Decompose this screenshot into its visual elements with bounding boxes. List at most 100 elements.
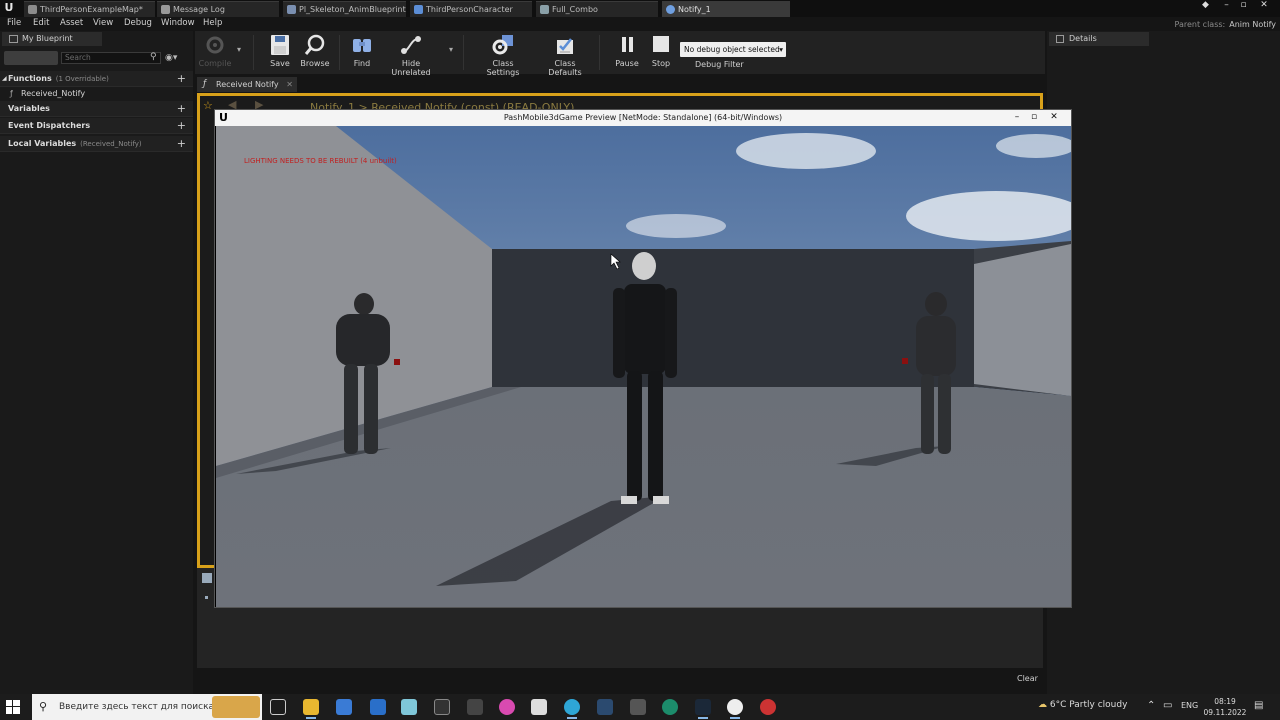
tab-notify-1[interactable]: Notify_1 — [662, 1, 790, 17]
app-icon[interactable] — [597, 699, 613, 715]
section-event-dispatchers[interactable]: Event Dispatchers + — [0, 118, 193, 134]
minimize-icon[interactable]: – — [1010, 110, 1024, 124]
steam-icon[interactable] — [695, 699, 711, 719]
app-icon[interactable] — [499, 699, 515, 715]
add-new-button[interactable] — [4, 51, 58, 65]
anim-montage-icon — [540, 5, 549, 14]
app-icon[interactable] — [662, 699, 678, 715]
menu-asset[interactable]: Asset — [60, 18, 83, 28]
favorite-star-icon[interactable]: ☆ — [203, 99, 213, 112]
notification-icon[interactable]: ▤ — [1254, 700, 1263, 711]
variables-label: Variables — [8, 104, 50, 113]
pause-button[interactable]: Pause — [612, 34, 642, 68]
game-preview-window[interactable]: U PashMobile3dGame Preview [NetMode: Sta… — [214, 109, 1072, 608]
toolbar-divider — [339, 35, 340, 70]
close-icon[interactable]: ✕ — [286, 77, 293, 92]
clear-button[interactable]: Clear — [1017, 674, 1038, 683]
tab-thirdpersonexamplemap[interactable]: ThirdPersonExampleMap* — [24, 1, 155, 17]
add-local-variable-icon[interactable]: + — [177, 137, 186, 150]
section-functions[interactable]: ◢ Functions (1 Overridable) + — [0, 71, 193, 87]
app-icon[interactable] — [630, 699, 646, 715]
add-function-icon[interactable]: + — [177, 72, 186, 85]
unreal-logo-icon[interactable]: U — [2, 1, 16, 15]
maximize-icon[interactable]: ▫ — [1236, 0, 1251, 12]
stop-label: Stop — [651, 59, 671, 68]
tab-message-log[interactable]: Message Log — [157, 1, 279, 17]
tab-my-blueprint[interactable]: My Blueprint — [2, 32, 102, 46]
unreal-engine-icon[interactable] — [727, 699, 743, 719]
game-viewport[interactable]: LIGHTING NEEDS TO BE REBUILT (4 unbuilt) — [216, 126, 1071, 607]
feedback-icon[interactable]: ◆ — [1198, 0, 1213, 12]
task-view-icon[interactable] — [270, 699, 286, 715]
menu-window[interactable]: Window — [161, 18, 195, 28]
section-variables[interactable]: Variables + — [0, 101, 193, 117]
hide-unrelated-button[interactable]: Hide Unrelated — [383, 34, 439, 77]
edge-browser-icon[interactable] — [564, 699, 580, 719]
function-item-received-notify[interactable]: ƒ Received_Notify — [10, 89, 85, 98]
taskbar-search-input[interactable]: ⚲ Введите здесь текст для поиска — [32, 694, 262, 720]
file-explorer-icon[interactable] — [303, 699, 319, 719]
compiler-results-icon[interactable] — [202, 573, 212, 583]
compile-options-chevron-down-icon[interactable]: ▾ — [234, 45, 244, 54]
tab-pl-skeleton-animblueprint[interactable]: Pl_Skeleton_AnimBlueprint — [283, 1, 406, 17]
clock[interactable]: 08:19 09.11.2022 — [1203, 696, 1247, 718]
hide-unrelated-icon — [401, 36, 421, 54]
menu-debug[interactable]: Debug — [124, 18, 152, 28]
stop-button[interactable]: Stop — [647, 34, 675, 68]
store-icon[interactable] — [336, 699, 352, 715]
graph-tab-label: Received Notify — [216, 80, 279, 89]
tab-label: Message Log — [173, 5, 225, 14]
section-local-variables[interactable]: Local Variables (Received_Notify) + — [0, 136, 193, 152]
debug-object-select[interactable]: No debug object selected ▾ — [680, 42, 786, 57]
parent-class-label: Parent class: — [1174, 20, 1226, 29]
menu-view[interactable]: View — [93, 18, 113, 28]
language-indicator[interactable]: ENG — [1181, 701, 1198, 710]
game-scene[interactable] — [216, 126, 1071, 607]
parent-class-value[interactable]: Anim Notify — [1229, 20, 1276, 29]
tab-label: Full_Combo — [552, 5, 598, 14]
toolbar-divider — [599, 35, 600, 70]
menu-edit[interactable]: Edit — [33, 18, 49, 28]
class-defaults-button[interactable]: Class Defaults — [538, 34, 592, 77]
find-button[interactable]: Find — [346, 34, 378, 68]
tab-my-blueprint-label: My Blueprint — [22, 34, 73, 43]
class-defaults-icon — [557, 38, 573, 54]
chevron-up-icon[interactable]: ⌃ — [1147, 700, 1155, 711]
network-icon[interactable]: ▭ — [1163, 700, 1172, 711]
class-settings-icon — [492, 35, 513, 55]
epic-games-icon[interactable] — [434, 699, 450, 715]
menu-help[interactable]: Help — [203, 18, 222, 28]
menu-bar: File Edit Asset View Debug Window Help P… — [0, 17, 1280, 31]
mail-icon[interactable] — [370, 699, 386, 715]
tab-details[interactable]: Details — [1049, 32, 1149, 46]
minimize-icon[interactable]: – — [1219, 0, 1234, 12]
hide-unrelated-label: Hide Unrelated — [391, 59, 431, 77]
windows-start-icon[interactable] — [6, 700, 20, 714]
compile-button[interactable]: Compile — [198, 34, 232, 68]
add-event-dispatcher-icon[interactable]: + — [177, 119, 186, 132]
tab-received-notify-graph[interactable]: ƒ Received Notify ✕ — [197, 77, 297, 92]
browse-button[interactable]: Browse — [298, 34, 332, 68]
notes-icon[interactable] — [401, 699, 417, 715]
close-icon[interactable]: ✕ — [1047, 110, 1061, 124]
tab-full-combo[interactable]: Full_Combo — [536, 1, 658, 17]
anim-blueprint-icon — [287, 5, 296, 14]
maximize-icon[interactable]: ▫ — [1027, 110, 1041, 124]
close-icon[interactable]: ✕ — [1253, 0, 1275, 12]
add-variable-icon[interactable]: + — [177, 102, 186, 115]
view-options-icon[interactable]: ◉▾ — [165, 53, 177, 63]
tab-thirdpersoncharacter[interactable]: ThirdPersonCharacter — [410, 1, 532, 17]
app-icon[interactable] — [467, 699, 483, 715]
search-input[interactable]: Search — [61, 52, 161, 64]
hide-unrelated-chevron-down-icon[interactable]: ▾ — [446, 45, 456, 54]
my-blueprint-panel: My Blueprint Search ⚲ ◉▾ ◢ Functions (1 Ov… — [0, 31, 193, 694]
app-icon[interactable] — [760, 699, 776, 715]
app-icon[interactable] — [531, 699, 547, 715]
lighting-warning: LIGHTING NEEDS TO BE REBUILT (4 unbuilt) — [244, 157, 397, 165]
class-settings-button[interactable]: Class Settings — [476, 34, 530, 77]
save-button[interactable]: Save — [265, 34, 295, 68]
weather-widget[interactable]: ☁ 6°C Partly cloudy — [1038, 700, 1127, 710]
preview-title-bar[interactable]: U PashMobile3dGame Preview [NetMode: Sta… — [215, 110, 1071, 126]
details-tab-label: Details — [1069, 34, 1097, 43]
menu-file[interactable]: File — [7, 18, 21, 28]
